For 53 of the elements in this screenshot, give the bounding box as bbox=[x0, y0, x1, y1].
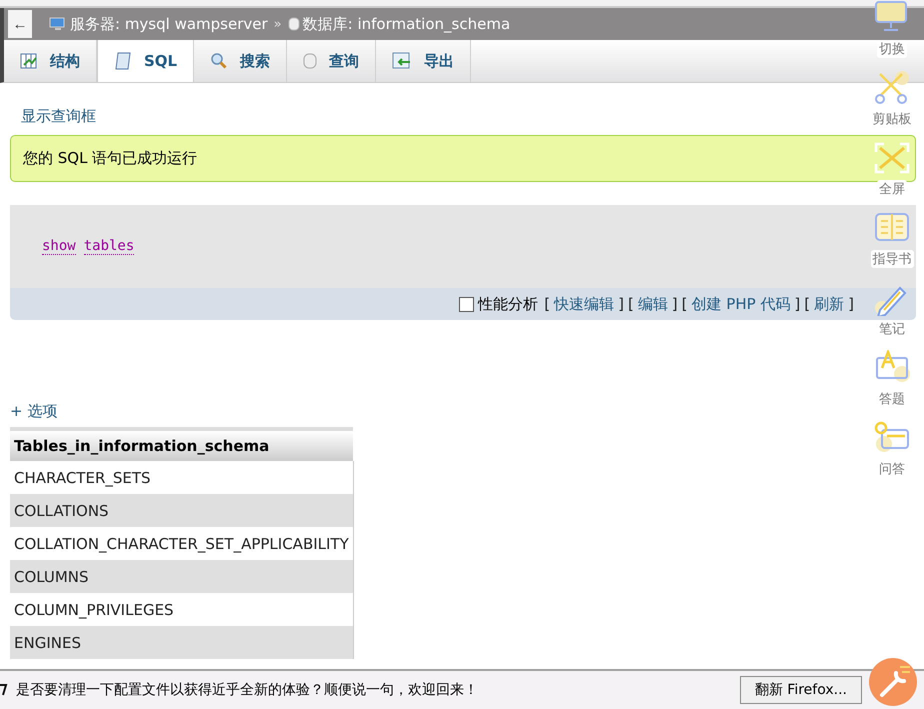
search-icon bbox=[210, 52, 228, 70]
tool-label: 切换 bbox=[877, 40, 907, 58]
bracket: ] bbox=[794, 295, 800, 313]
database-breadcrumb[interactable]: 数据库: information_schema bbox=[302, 14, 510, 34]
tab[interactable]: SQL bbox=[97, 40, 194, 82]
action-link[interactable]: 刷新 bbox=[814, 294, 844, 314]
profiling-label: 性能分析 bbox=[478, 294, 538, 314]
database-icon bbox=[303, 52, 318, 70]
bracket: [ bbox=[544, 295, 550, 313]
tab[interactable]: 查询 bbox=[287, 40, 376, 82]
wrench-icon[interactable] bbox=[868, 657, 918, 707]
action-link[interactable]: 编辑 bbox=[638, 294, 668, 314]
tool-label: 剪贴板 bbox=[870, 110, 914, 128]
tab[interactable]: 导出 bbox=[376, 40, 472, 82]
breadcrumb-separator: » bbox=[274, 16, 282, 32]
back-button[interactable]: ← bbox=[8, 10, 32, 38]
bracket: [ bbox=[628, 295, 634, 313]
success-message: 您的 SQL 语句已成功运行 bbox=[10, 135, 916, 182]
server-breadcrumb[interactable]: 服务器: mysql wampserver bbox=[70, 14, 268, 34]
show-query-link[interactable]: 显示查询框 bbox=[21, 107, 96, 126]
table-cell: CHARACTER_SETS bbox=[10, 461, 354, 494]
tab[interactable]: 搜索 bbox=[194, 40, 288, 82]
export-icon bbox=[392, 52, 412, 70]
tool-label: 答题 bbox=[877, 390, 907, 408]
tool-label: 问答 bbox=[877, 460, 907, 478]
table-cell: COLLATIONS bbox=[10, 494, 354, 527]
tool-label: 全屏 bbox=[877, 180, 907, 198]
tool-label: 指导书 bbox=[870, 250, 914, 268]
monitor-icon bbox=[49, 16, 67, 32]
notification-message: 是否要清理一下配置文件以获得近乎全新的体验？顺便说一句，欢迎回来！ bbox=[16, 681, 478, 699]
fullscreen-icon[interactable] bbox=[872, 140, 912, 176]
refresh-firefox-button[interactable]: 翻新 Firefox... bbox=[740, 676, 862, 704]
bracket: ] bbox=[848, 295, 854, 313]
sql-keyword[interactable]: show bbox=[42, 238, 76, 255]
options-link[interactable]: + 选项 bbox=[10, 402, 58, 421]
bracket: ] bbox=[618, 295, 624, 313]
sql-keyword[interactable]: tables bbox=[84, 238, 134, 255]
scissors-icon[interactable] bbox=[872, 70, 912, 106]
table-cell: COLUMNS bbox=[10, 560, 354, 593]
table-cell: COLUMN_PRIVILEGES bbox=[10, 593, 354, 626]
action-link[interactable]: 快速编辑 bbox=[554, 294, 614, 314]
database-icon bbox=[288, 16, 300, 32]
table-icon bbox=[20, 52, 38, 70]
bracket: [ bbox=[804, 295, 810, 313]
tab[interactable]: 结构 bbox=[4, 40, 97, 82]
column-header: Tables_in_information_schema bbox=[10, 429, 354, 461]
table-cell: ENGINES bbox=[10, 626, 354, 659]
bracket: [ bbox=[682, 295, 688, 313]
bracket: ] bbox=[672, 295, 678, 313]
scroll-icon bbox=[114, 51, 132, 71]
action-link[interactable]: 创建 PHP 代码 bbox=[692, 294, 790, 314]
profiling-checkbox[interactable] bbox=[459, 296, 474, 312]
table-cell: COLLATION_CHARACTER_SET_APPLICABILITY bbox=[10, 527, 354, 560]
